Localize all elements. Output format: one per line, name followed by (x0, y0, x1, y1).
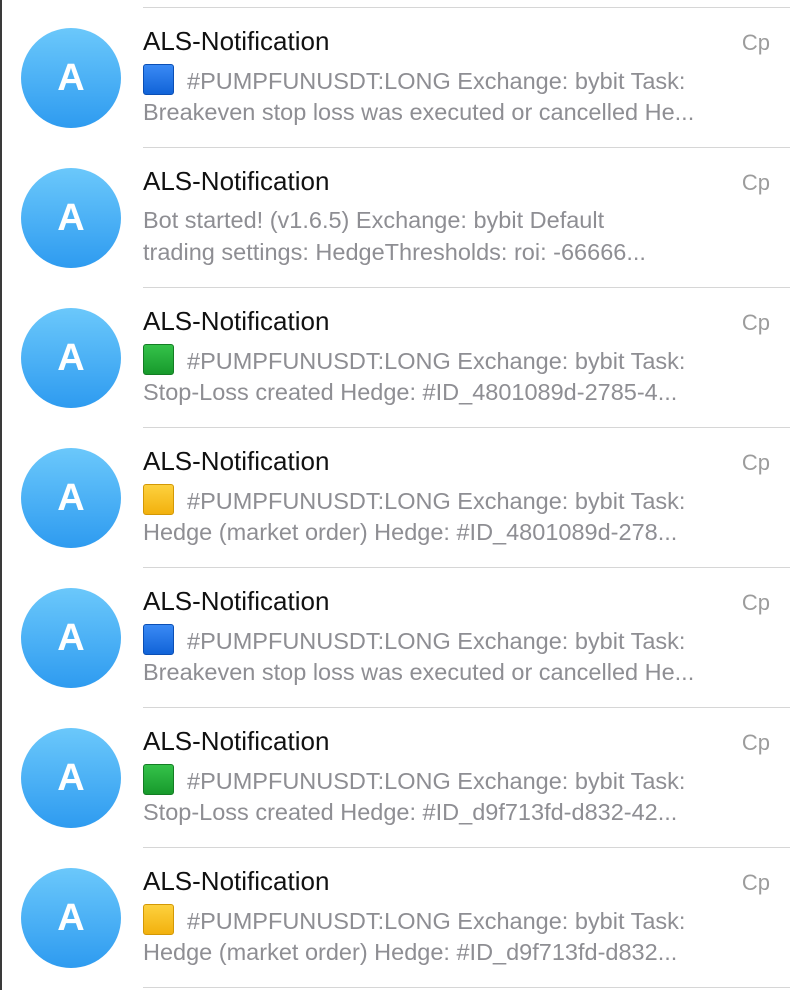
green-square-icon (143, 344, 174, 375)
message-preview: #PUMPFUNUSDT:LONG Exchange: bybit Task: … (143, 764, 773, 828)
chat-name: ALS-Notification (143, 866, 330, 896)
avatar-letter: A (57, 197, 85, 239)
message-preview: Bot started! (v1.6.5) Exchange: bybit De… (143, 204, 773, 268)
message-preview: #PUMPFUNUSDT:LONG Exchange: bybit Task: … (143, 484, 773, 548)
preview-line-1: #PUMPFUNUSDT:LONG Exchange: bybit Task: (187, 628, 686, 654)
chat-name: ALS-Notification (143, 26, 330, 56)
chat-list: A ALS-Notification Cp #PUMPFUNUSDT:LONG … (0, 8, 790, 988)
avatar: A (21, 588, 121, 688)
avatar-letter: A (57, 337, 85, 379)
row-divider (143, 987, 790, 988)
yellow-square-icon (143, 484, 174, 515)
chat-list-item[interactable]: A ALS-Notification Cp #PUMPFUNUSDT:LONG … (0, 8, 790, 148)
chat-list-item[interactable]: A ALS-Notification Cp Bot started! (v1.6… (0, 148, 790, 288)
chat-list-item[interactable]: A ALS-Notification Cp #PUMPFUNUSDT:LONG … (0, 568, 790, 708)
chat-time: Cp (741, 310, 770, 335)
preview-line-2: Stop-Loss created Hedge: #ID_4801089d-27… (143, 379, 678, 405)
chat-name: ALS-Notification (143, 586, 330, 616)
avatar-letter: A (57, 617, 85, 659)
chat-list-item[interactable]: A ALS-Notification Cp #PUMPFUNUSDT:LONG … (0, 428, 790, 568)
message-preview: #PUMPFUNUSDT:LONG Exchange: bybit Task: … (143, 904, 773, 968)
avatar-letter: A (57, 477, 85, 519)
preview-line-1: #PUMPFUNUSDT:LONG Exchange: bybit Task: (187, 348, 686, 374)
chat-name: ALS-Notification (143, 166, 330, 196)
yellow-square-icon (143, 904, 174, 935)
avatar: A (21, 28, 121, 128)
preview-line-2: trading settings: HedgeThresholds: roi: … (143, 239, 646, 265)
blue-square-icon (143, 624, 174, 655)
message-preview: #PUMPFUNUSDT:LONG Exchange: bybit Task: … (143, 344, 773, 408)
chat-list-item[interactable]: A ALS-Notification Cp #PUMPFUNUSDT:LONG … (0, 848, 790, 988)
chat-name: ALS-Notification (143, 306, 330, 336)
preview-line-2: Hedge (market order) Hedge: #ID_4801089d… (143, 519, 678, 545)
avatar: A (21, 168, 121, 268)
chat-time: Cp (741, 170, 770, 195)
preview-line-2: Breakeven stop loss was executed or canc… (143, 659, 695, 685)
preview-line-2: Stop-Loss created Hedge: #ID_d9f713fd-d8… (143, 799, 678, 825)
preview-line-2: Breakeven stop loss was executed or canc… (143, 99, 695, 125)
message-preview: #PUMPFUNUSDT:LONG Exchange: bybit Task: … (143, 624, 773, 688)
chat-name: ALS-Notification (143, 726, 330, 756)
preview-line-1: #PUMPFUNUSDT:LONG Exchange: bybit Task: (187, 768, 686, 794)
chat-list-item[interactable]: A ALS-Notification Cp #PUMPFUNUSDT:LONG … (0, 708, 790, 848)
chat-time: Cp (741, 730, 770, 755)
message-preview: #PUMPFUNUSDT:LONG Exchange: bybit Task: … (143, 64, 773, 128)
preview-line-1: #PUMPFUNUSDT:LONG Exchange: bybit Task: (187, 908, 686, 934)
chat-time: Cp (741, 450, 770, 475)
avatar: A (21, 728, 121, 828)
preview-line-1: #PUMPFUNUSDT:LONG Exchange: bybit Task: (187, 68, 686, 94)
preview-line-1: Bot started! (v1.6.5) Exchange: bybit De… (143, 207, 605, 233)
avatar-letter: A (57, 897, 85, 939)
green-square-icon (143, 764, 174, 795)
avatar: A (21, 308, 121, 408)
chat-time: Cp (741, 30, 770, 55)
chat-list-item[interactable]: A ALS-Notification Cp #PUMPFUNUSDT:LONG … (0, 288, 790, 428)
chat-time: Cp (741, 590, 770, 615)
preview-line-1: #PUMPFUNUSDT:LONG Exchange: bybit Task: (187, 488, 686, 514)
chat-time: Cp (741, 870, 770, 895)
avatar: A (21, 868, 121, 968)
chat-name: ALS-Notification (143, 446, 330, 476)
avatar: A (21, 448, 121, 548)
blue-square-icon (143, 64, 174, 95)
avatar-letter: A (57, 57, 85, 99)
avatar-letter: A (57, 757, 85, 799)
preview-line-2: Hedge (market order) Hedge: #ID_d9f713fd… (143, 939, 678, 965)
